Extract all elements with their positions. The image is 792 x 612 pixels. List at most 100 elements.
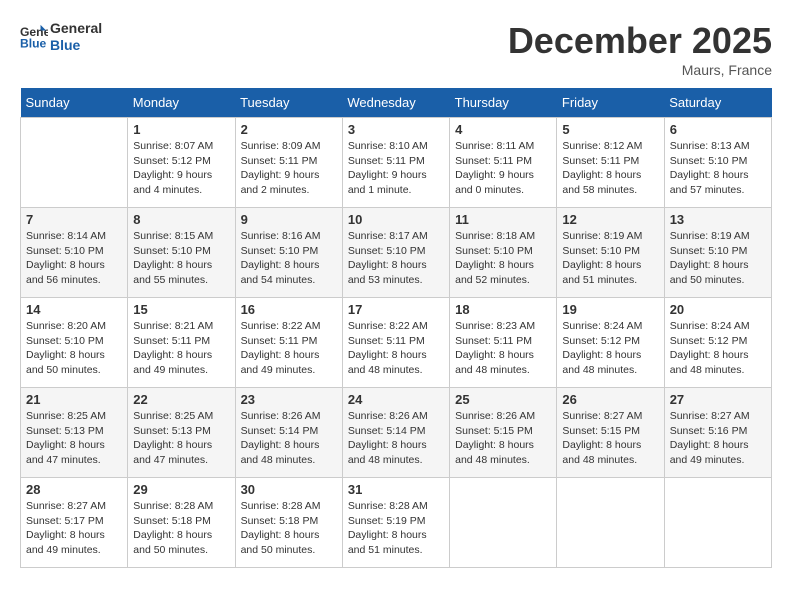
svg-text:Blue: Blue — [20, 36, 47, 50]
calendar-cell: 9Sunrise: 8:16 AM Sunset: 5:10 PM Daylig… — [235, 208, 342, 298]
day-info: Sunrise: 8:25 AM Sunset: 5:13 PM Dayligh… — [26, 409, 122, 468]
header-saturday: Saturday — [664, 88, 771, 118]
day-number: 3 — [348, 122, 444, 137]
location: Maurs, France — [508, 62, 772, 78]
day-info: Sunrise: 8:25 AM Sunset: 5:13 PM Dayligh… — [133, 409, 229, 468]
day-info: Sunrise: 8:19 AM Sunset: 5:10 PM Dayligh… — [670, 229, 766, 288]
title-area: December 2025 Maurs, France — [508, 20, 772, 78]
calendar-cell: 10 Sunrise: 8:17 AM Sunset: 5:10 PM Dayli… — [342, 208, 449, 298]
calendar-cell: 30Sunrise: 8:28 AM Sunset: 5:18 PM Dayli… — [235, 478, 342, 568]
header-monday: Monday — [128, 88, 235, 118]
day-number: 23 — [241, 392, 337, 407]
calendar-cell: 8Sunrise: 8:15 AM Sunset: 5:10 PM Daylig… — [128, 208, 235, 298]
day-info: Sunrise: 8:15 AM Sunset: 5:10 PM Dayligh… — [133, 229, 229, 288]
logo: General Blue General Blue — [20, 20, 102, 54]
day-number: 5 — [562, 122, 658, 137]
day-info: Sunrise: 8:24 AM Sunset: 5:12 PM Dayligh… — [562, 319, 658, 378]
calendar-cell: 23Sunrise: 8:26 AM Sunset: 5:14 PM Dayli… — [235, 388, 342, 478]
calendar-week-row: 7 Sunrise: 8:14 AM Sunset: 5:10 PM Daylig… — [21, 208, 772, 298]
calendar-cell: 3 Sunrise: 8:10 AM Sunset: 5:11 PM Daylig… — [342, 118, 449, 208]
calendar-cell: 19 Sunrise: 8:24 AM Sunset: 5:12 PM Dayli… — [557, 298, 664, 388]
calendar-cell: 29 Sunrise: 8:28 AM Sunset: 5:18 PM Dayli… — [128, 478, 235, 568]
day-info: Sunrise: 8:28 AM Sunset: 5:18 PM Dayligh… — [241, 499, 337, 558]
calendar-cell: 13 Sunrise: 8:19 AM Sunset: 5:10 PM Dayli… — [664, 208, 771, 298]
month-title: December 2025 — [508, 20, 772, 62]
day-info: Sunrise: 8:16 AM Sunset: 5:10 PM Dayligh… — [241, 229, 337, 288]
day-number: 19 — [562, 302, 658, 317]
day-number: 12 — [562, 212, 658, 227]
day-number: 7 — [26, 212, 122, 227]
calendar-cell: 14Sunrise: 8:20 AM Sunset: 5:10 PM Dayli… — [21, 298, 128, 388]
calendar-cell: 21Sunrise: 8:25 AM Sunset: 5:13 PM Dayli… — [21, 388, 128, 478]
logo-line2: Blue — [50, 37, 102, 54]
day-number: 15 — [133, 302, 229, 317]
day-info: Sunrise: 8:12 AM Sunset: 5:11 PM Dayligh… — [562, 139, 658, 198]
calendar-cell: 16 Sunrise: 8:22 AM Sunset: 5:11 PM Dayli… — [235, 298, 342, 388]
day-info: Sunrise: 8:20 AM Sunset: 5:10 PM Dayligh… — [26, 319, 122, 378]
calendar-cell: 1 Sunrise: 8:07 AM Sunset: 5:12 PM Daylig… — [128, 118, 235, 208]
calendar-cell: 25 Sunrise: 8:26 AM Sunset: 5:15 PM Dayli… — [450, 388, 557, 478]
calendar-cell: 17Sunrise: 8:22 AM Sunset: 5:11 PM Dayli… — [342, 298, 449, 388]
day-info: Sunrise: 8:24 AM Sunset: 5:12 PM Dayligh… — [670, 319, 766, 378]
header-sunday: Sunday — [21, 88, 128, 118]
day-info: Sunrise: 8:28 AM Sunset: 5:19 PM Dayligh… — [348, 499, 444, 558]
day-number: 6 — [670, 122, 766, 137]
calendar-cell: 4Sunrise: 8:11 AM Sunset: 5:11 PM Daylig… — [450, 118, 557, 208]
calendar-cell: 7 Sunrise: 8:14 AM Sunset: 5:10 PM Daylig… — [21, 208, 128, 298]
header-tuesday: Tuesday — [235, 88, 342, 118]
day-number: 4 — [455, 122, 551, 137]
calendar-cell: 11 Sunrise: 8:18 AM Sunset: 5:10 PM Dayli… — [450, 208, 557, 298]
day-info: Sunrise: 8:27 AM Sunset: 5:17 PM Dayligh… — [26, 499, 122, 558]
calendar-week-row: 14Sunrise: 8:20 AM Sunset: 5:10 PM Dayli… — [21, 298, 772, 388]
day-info: Sunrise: 8:17 AM Sunset: 5:10 PM Dayligh… — [348, 229, 444, 288]
calendar-cell: 24Sunrise: 8:26 AM Sunset: 5:14 PM Dayli… — [342, 388, 449, 478]
calendar-cell: 28 Sunrise: 8:27 AM Sunset: 5:17 PM Dayli… — [21, 478, 128, 568]
day-number: 11 — [455, 212, 551, 227]
calendar-cell: 18 Sunrise: 8:23 AM Sunset: 5:11 PM Dayli… — [450, 298, 557, 388]
calendar-cell — [557, 478, 664, 568]
page-header: General Blue General Blue December 2025 … — [20, 20, 772, 78]
day-number: 20 — [670, 302, 766, 317]
day-info: Sunrise: 8:26 AM Sunset: 5:15 PM Dayligh… — [455, 409, 551, 468]
calendar-cell: 20 Sunrise: 8:24 AM Sunset: 5:12 PM Dayli… — [664, 298, 771, 388]
calendar-cell — [450, 478, 557, 568]
day-info: Sunrise: 8:27 AM Sunset: 5:15 PM Dayligh… — [562, 409, 658, 468]
calendar-cell: 27 Sunrise: 8:27 AM Sunset: 5:16 PM Dayli… — [664, 388, 771, 478]
calendar-cell: 6 Sunrise: 8:13 AM Sunset: 5:10 PM Daylig… — [664, 118, 771, 208]
calendar-cell — [21, 118, 128, 208]
day-info: Sunrise: 8:14 AM Sunset: 5:10 PM Dayligh… — [26, 229, 122, 288]
day-info: Sunrise: 8:27 AM Sunset: 5:16 PM Dayligh… — [670, 409, 766, 468]
day-info: Sunrise: 8:07 AM Sunset: 5:12 PM Dayligh… — [133, 139, 229, 198]
calendar-cell: 26Sunrise: 8:27 AM Sunset: 5:15 PM Dayli… — [557, 388, 664, 478]
day-number: 16 — [241, 302, 337, 317]
calendar-week-row: 28 Sunrise: 8:27 AM Sunset: 5:17 PM Dayli… — [21, 478, 772, 568]
day-number: 10 — [348, 212, 444, 227]
day-info: Sunrise: 8:13 AM Sunset: 5:10 PM Dayligh… — [670, 139, 766, 198]
calendar-cell: 5 Sunrise: 8:12 AM Sunset: 5:11 PM Daylig… — [557, 118, 664, 208]
logo-line1: General — [50, 20, 102, 37]
day-number: 28 — [26, 482, 122, 497]
day-number: 24 — [348, 392, 444, 407]
calendar-cell: 15Sunrise: 8:21 AM Sunset: 5:11 PM Dayli… — [128, 298, 235, 388]
calendar-cell — [664, 478, 771, 568]
day-info: Sunrise: 8:10 AM Sunset: 5:11 PM Dayligh… — [348, 139, 444, 198]
day-number: 17 — [348, 302, 444, 317]
day-info: Sunrise: 8:09 AM Sunset: 5:11 PM Dayligh… — [241, 139, 337, 198]
day-info: Sunrise: 8:22 AM Sunset: 5:11 PM Dayligh… — [241, 319, 337, 378]
header-friday: Friday — [557, 88, 664, 118]
day-number: 13 — [670, 212, 766, 227]
day-number: 29 — [133, 482, 229, 497]
calendar-week-row: 21Sunrise: 8:25 AM Sunset: 5:13 PM Dayli… — [21, 388, 772, 478]
day-number: 27 — [670, 392, 766, 407]
day-number: 1 — [133, 122, 229, 137]
day-info: Sunrise: 8:19 AM Sunset: 5:10 PM Dayligh… — [562, 229, 658, 288]
calendar-table: SundayMondayTuesdayWednesdayThursdayFrid… — [20, 88, 772, 568]
calendar-cell: 2 Sunrise: 8:09 AM Sunset: 5:11 PM Daylig… — [235, 118, 342, 208]
day-info: Sunrise: 8:28 AM Sunset: 5:18 PM Dayligh… — [133, 499, 229, 558]
day-number: 2 — [241, 122, 337, 137]
day-info: Sunrise: 8:23 AM Sunset: 5:11 PM Dayligh… — [455, 319, 551, 378]
day-number: 18 — [455, 302, 551, 317]
day-number: 25 — [455, 392, 551, 407]
header-wednesday: Wednesday — [342, 88, 449, 118]
day-info: Sunrise: 8:18 AM Sunset: 5:10 PM Dayligh… — [455, 229, 551, 288]
